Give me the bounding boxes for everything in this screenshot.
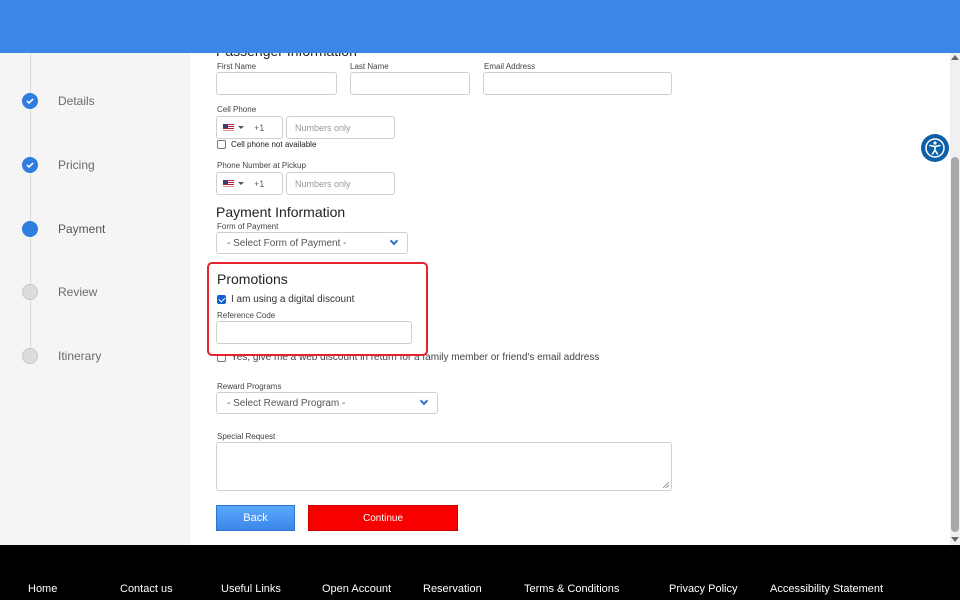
checkbox-checked[interactable] (217, 295, 226, 304)
cell-phone-label: Cell Phone (217, 105, 257, 114)
caret-down-icon (238, 126, 244, 129)
footer-link-home[interactable]: Home (28, 583, 57, 595)
footer-link-useful-links[interactable]: Useful Links (221, 583, 281, 595)
pending-step-icon (22, 348, 38, 364)
check-icon (22, 93, 38, 109)
reference-code-label: Reference Code (217, 311, 276, 320)
user-icon (858, 18, 871, 31)
pickup-phone-placeholder: Numbers only (295, 178, 351, 189)
scrollbar-thumb[interactable] (951, 157, 959, 532)
passenger-heading: Passenger Information (216, 43, 357, 59)
step-payment[interactable]: Payment (22, 221, 105, 237)
brand-logo[interactable]: CARMEL (436, 2, 528, 52)
last-name-label: Last Name (350, 62, 389, 71)
reward-programs-label: Reward Programs (217, 382, 282, 391)
step-label: Pricing (58, 158, 95, 172)
accessibility-icon[interactable] (921, 134, 949, 162)
check-icon (22, 157, 38, 173)
cell-not-available-label: Cell phone not available (231, 140, 317, 149)
pickup-phone-input[interactable]: Numbers only (286, 172, 395, 195)
step-label: Itinerary (58, 349, 102, 363)
chevron-down-icon (389, 236, 399, 246)
us-flag-icon (223, 180, 234, 187)
special-request-textarea[interactable] (216, 442, 672, 491)
progress-sidebar: Details Pricing Payment Review Itinerary (0, 53, 190, 545)
us-flag-icon (223, 124, 234, 131)
footer-link-terms[interactable]: Terms & Conditions (524, 583, 619, 595)
cell-not-available-checkbox[interactable]: Cell phone not available (217, 140, 316, 149)
top-bar: CARMEL SIGN IN (0, 0, 960, 53)
active-step-icon (22, 221, 38, 237)
digital-discount-checkbox[interactable]: I am using a digital discount (217, 294, 354, 305)
payment-heading: Payment Information (216, 204, 346, 220)
first-name-label: First Name (217, 62, 257, 71)
cell-phone-placeholder: Numbers only (295, 122, 351, 133)
reward-program-select[interactable]: - Select Reward Program - (216, 392, 438, 414)
step-label: Payment (58, 222, 106, 236)
form-of-payment-label: Form of Payment (217, 222, 279, 231)
last-name-field[interactable] (350, 72, 470, 95)
menu-icon[interactable] (24, 20, 38, 32)
country-code: +1 (254, 178, 265, 189)
checkbox-unchecked[interactable] (217, 140, 226, 149)
step-details[interactable]: Details (22, 93, 95, 109)
email-field[interactable] (483, 72, 672, 95)
step-review[interactable]: Review (22, 284, 97, 300)
footer-link-reservation[interactable]: Reservation (423, 583, 482, 595)
resize-grip-icon[interactable] (663, 482, 669, 488)
reward-program-value: - Select Reward Program - (227, 397, 346, 409)
scroll-up-icon[interactable] (951, 55, 959, 60)
email-label: Email Address (484, 62, 536, 71)
pickup-country-select[interactable]: +1 (216, 172, 283, 195)
pickup-phone-label: Phone Number at Pickup (217, 161, 306, 170)
caret-down-icon (238, 182, 244, 185)
step-itinerary[interactable]: Itinerary (22, 348, 101, 364)
sign-in-label: SIGN IN (877, 18, 924, 32)
step-label: Details (58, 94, 95, 108)
footer-link-open-account[interactable]: Open Account (322, 583, 391, 595)
sign-in-button[interactable]: SIGN IN (858, 18, 924, 32)
first-name-field[interactable] (216, 72, 337, 95)
continue-button[interactable]: Continue (308, 505, 458, 531)
chevron-down-icon (419, 396, 429, 406)
country-code: +1 (254, 122, 265, 133)
back-button[interactable]: Back (216, 505, 295, 531)
cell-phone-input[interactable]: Numbers only (286, 116, 395, 139)
scroll-down-icon[interactable] (951, 537, 959, 542)
form-of-payment-value: - Select Form of Payment - (227, 237, 347, 249)
digital-discount-label: I am using a digital discount (231, 294, 355, 305)
promotions-heading: Promotions (217, 271, 288, 287)
footer: Home Contact us Useful Links Open Accoun… (0, 545, 960, 600)
form-of-payment-select[interactable]: - Select Form of Payment - (216, 232, 408, 254)
footer-link-accessibility[interactable]: Accessibility Statement (770, 583, 883, 595)
reference-code-field[interactable] (216, 321, 412, 344)
footer-link-privacy[interactable]: Privacy Policy (669, 583, 737, 595)
pending-step-icon (22, 284, 38, 300)
special-request-label: Special Request (217, 432, 276, 441)
cell-country-select[interactable]: +1 (216, 116, 283, 139)
footer-link-contact[interactable]: Contact us (120, 583, 173, 595)
step-label: Review (58, 285, 98, 299)
step-pricing[interactable]: Pricing (22, 157, 95, 173)
